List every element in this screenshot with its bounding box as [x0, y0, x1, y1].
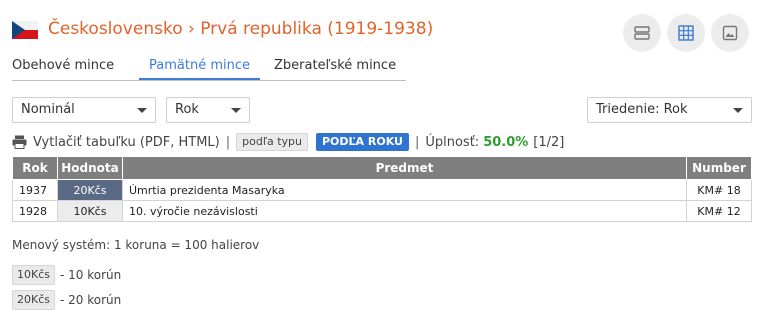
page-header: Československo › Prvá republika (1919-19…: [12, 14, 756, 52]
cell-predmet[interactable]: Úmrtia prezidenta Masaryka: [121, 179, 688, 201]
nominal-select[interactable]: Nominál: [12, 97, 156, 123]
table-toolbar: Vytlačiť tabuľku (PDF, HTML) | podľa typ…: [12, 133, 564, 151]
table-header-row: Rok Hodnota Predmet Number: [12, 156, 752, 180]
sort-select-value: Triedenie: Rok: [596, 102, 688, 117]
czechoslovakia-flag-icon: [12, 21, 38, 39]
chevron-down-icon: [137, 108, 147, 113]
nominal-select-value: Nominál: [21, 102, 75, 117]
completeness-count: [1/2]: [533, 134, 565, 150]
tab-pamatne-mince[interactable]: Pamätné mince: [149, 58, 250, 73]
cell-rok: 1928: [12, 200, 58, 222]
print-table-link[interactable]: Vytlačiť tabuľku (PDF, HTML): [33, 135, 220, 150]
column-header-predmet[interactable]: Predmet: [121, 156, 688, 180]
denomination-text: - 10 korún: [60, 268, 122, 282]
column-header-number[interactable]: Number: [686, 156, 752, 180]
column-header-hodnota[interactable]: Hodnota: [56, 156, 123, 180]
grid-view-icon: [678, 25, 694, 41]
print-icon[interactable]: [12, 135, 27, 149]
cell-number: KM# 18: [686, 179, 752, 201]
table-row[interactable]: 1937 20Kčs Úmrtia prezidenta Masaryka KM…: [12, 179, 752, 201]
denomination-item: 10Kčs - 10 korún: [12, 265, 121, 285]
denomination-text: - 20 korún: [60, 293, 122, 307]
page-title[interactable]: Československo › Prvá republika (1919-19…: [48, 19, 433, 39]
denomination-item: 20Kčs - 20 korún: [12, 290, 121, 310]
rok-select-value: Rok: [175, 102, 199, 117]
cell-hodnota-owned[interactable]: 20Kčs: [56, 179, 123, 201]
completeness-value: 50.0%: [483, 134, 529, 150]
completeness-label: Úplnosť:: [425, 134, 480, 150]
group-by-year-button[interactable]: PODĽA ROKU: [315, 133, 409, 151]
list-view-button[interactable]: [623, 14, 661, 52]
column-header-rok[interactable]: Rok: [12, 156, 58, 180]
separator: |: [225, 134, 231, 150]
rok-select[interactable]: Rok: [166, 97, 250, 123]
currency-system-note: Menový systém: 1 koruna = 100 halierov: [12, 238, 260, 252]
chevron-down-icon: [231, 108, 241, 113]
coins-table: Rok Hodnota Predmet Number 1937 20Kčs Úm…: [12, 156, 752, 222]
table-row[interactable]: 1928 10Kčs 10. výročie nezávislosti KM# …: [12, 200, 752, 222]
separator: |: [414, 134, 420, 150]
cell-number: KM# 12: [686, 200, 752, 222]
active-tab-indicator: [139, 78, 260, 80]
list-view-icon: [634, 26, 650, 40]
image-view-button[interactable]: [711, 14, 749, 52]
tab-obehove-mince[interactable]: Obehové mince: [12, 58, 114, 73]
denomination-chip: 20Kčs: [12, 290, 55, 310]
group-by-type-button[interactable]: podľa typu: [236, 133, 308, 151]
denomination-chip: 10Kčs: [12, 265, 55, 285]
grid-view-button[interactable]: [667, 14, 705, 52]
tab-zberatelske-mince[interactable]: Zberateľské mince: [274, 58, 396, 73]
coin-type-tabs: Obehové mince Pamätné mince Zberateľské …: [12, 54, 406, 81]
sort-select[interactable]: Triedenie: Rok: [587, 97, 752, 123]
cell-rok: 1937: [12, 179, 58, 201]
image-view-icon: [722, 25, 738, 41]
chevron-down-icon: [733, 108, 743, 113]
cell-predmet[interactable]: 10. výročie nezávislosti: [121, 200, 688, 222]
cell-hodnota-missing[interactable]: 10Kčs: [56, 200, 123, 222]
